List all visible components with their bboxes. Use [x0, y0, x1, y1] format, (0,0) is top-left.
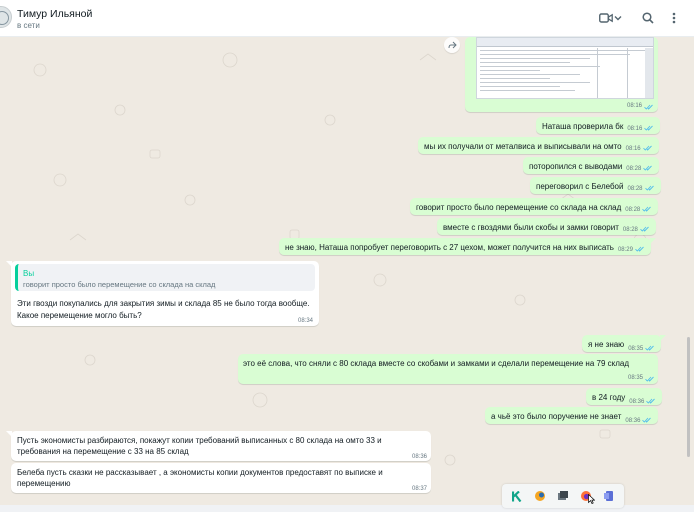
message-text-line: Пусть экономисты разбираются, покажут ко… — [17, 436, 382, 445]
message-text: говорит просто было перемещение со склад… — [416, 203, 622, 212]
message-text: мы их получали от металвиса и выписывали… — [424, 142, 622, 151]
outgoing-message[interactable]: в 24 году 08:36 — [586, 388, 663, 405]
attached-screenshot-image[interactable] — [476, 37, 654, 99]
outgoing-message[interactable]: мы их получали от металвиса и выписывали… — [418, 137, 659, 154]
outgoing-message[interactable]: вместе с гвоздями были скобы и замки гов… — [437, 218, 656, 235]
quote-text: говорит просто было перемещение со склад… — [23, 280, 216, 289]
outgoing-message[interactable]: а чьё это было поручение не знает 08:36 — [485, 407, 659, 427]
outgoing-message[interactable]: переговорил с Белебой 08:28 — [530, 177, 661, 194]
double-check-icon — [642, 145, 653, 152]
message-text-line: Эти гвозди покупались для закрытия зимы … — [17, 299, 310, 308]
double-check-icon — [640, 226, 650, 233]
quote-author: Вы — [23, 269, 35, 278]
quoted-message[interactable]: Вы говорит просто было перемещение со ск… — [15, 264, 315, 291]
double-check-icon — [644, 125, 654, 132]
message-text: не знаю, Наташа попробует переговорить с… — [285, 243, 614, 252]
outgoing-message[interactable]: Наташа проверила бк 08:16 — [536, 117, 661, 135]
message-time: 08:29 — [618, 245, 645, 256]
double-check-icon — [642, 206, 652, 213]
message-time: 08:34 — [298, 318, 314, 324]
taskbar-app-gray-icon[interactable] — [556, 489, 570, 503]
message-time: 08:16 — [626, 144, 653, 155]
message-text: а чьё это было поручение не знает — [491, 412, 622, 421]
double-check-icon — [645, 376, 655, 382]
forward-icon — [448, 41, 457, 49]
contact-status: в сети — [17, 21, 40, 30]
message-time: 08:28 — [627, 184, 654, 195]
message-time: 08:37 — [412, 486, 428, 492]
message-text: вместе с гвоздями были скобы и замки гов… — [443, 223, 619, 232]
double-check-icon — [644, 185, 655, 192]
kebab-menu-icon[interactable] — [669, 11, 679, 25]
message-text-line: требования на перемещение с 33 на 85 скл… — [17, 447, 189, 456]
incoming-message[interactable]: Пусть экономисты разбираются, покажут ко… — [6, 431, 431, 461]
double-check-icon — [635, 246, 645, 253]
outgoing-message[interactable]: я не знаю 08:35 — [582, 335, 667, 352]
message-time: 08:28 — [625, 205, 652, 216]
chat-header[interactable]: Тимур Ильяной в сети — [0, 0, 694, 37]
message-text-line: Белеба пусть сказки не рассказывает , а … — [17, 468, 383, 477]
message-time: 08:28 — [626, 164, 653, 175]
outgoing-message[interactable]: не знаю, Наташа попробует переговорить с… — [279, 238, 656, 256]
double-check-icon — [645, 345, 655, 352]
message-time: 08:16 — [627, 124, 654, 135]
double-check-icon — [646, 398, 656, 405]
message-time: 08:36 — [625, 416, 652, 427]
message-time: 08:35 — [628, 373, 655, 384]
message-text: я не знаю — [588, 340, 625, 349]
taskbar-app-k-icon[interactable] — [510, 489, 524, 503]
message-text-line: перемещению — [17, 479, 71, 488]
double-check-icon — [644, 104, 654, 110]
search-icon[interactable] — [640, 11, 656, 25]
message-text: переговорил с Белебой — [536, 182, 624, 191]
message-text-line: Какое перемещение могло быть? — [17, 311, 142, 320]
message-time: 08:28 — [623, 225, 650, 236]
taskbar-popup[interactable] — [502, 484, 624, 508]
incoming-reply-message[interactable]: Вы говорит просто было перемещение со ск… — [6, 261, 319, 326]
message-text: это её слова, что сняли с 80 склада вмес… — [243, 359, 630, 368]
video-call-icon[interactable] — [598, 11, 614, 25]
message-text: в 24 году — [592, 393, 626, 402]
outgoing-message[interactable]: говорит просто было перемещение со склад… — [410, 198, 659, 216]
chevron-down-icon[interactable] — [613, 11, 623, 25]
image-message[interactable]: 08:16 — [465, 37, 658, 112]
message-text: поторопился с выводами — [529, 162, 623, 171]
incoming-message[interactable]: Белеба пусть сказки не рассказывает , а … — [11, 463, 431, 493]
mouse-pointer-icon — [588, 493, 596, 506]
taskbar-app-blue-icon[interactable] — [602, 489, 616, 503]
forward-button[interactable] — [444, 37, 460, 53]
message-time: 08:16 — [627, 101, 654, 112]
screenshot-toolbar — [477, 38, 653, 47]
outgoing-message[interactable]: поторопился с выводами 08:28 — [523, 157, 660, 175]
contact-name[interactable]: Тимур Ильяной — [17, 8, 92, 20]
message-text: Наташа проверила бк — [542, 122, 624, 131]
taskbar-app-orange-icon[interactable] — [533, 489, 547, 503]
scrollbar[interactable] — [687, 337, 690, 457]
avatar[interactable] — [0, 6, 12, 28]
double-check-icon — [643, 165, 653, 172]
double-check-icon — [642, 417, 652, 424]
outgoing-message[interactable]: это её слова, что сняли с 80 склада вмес… — [238, 354, 658, 384]
message-time: 08:36 — [412, 454, 428, 460]
